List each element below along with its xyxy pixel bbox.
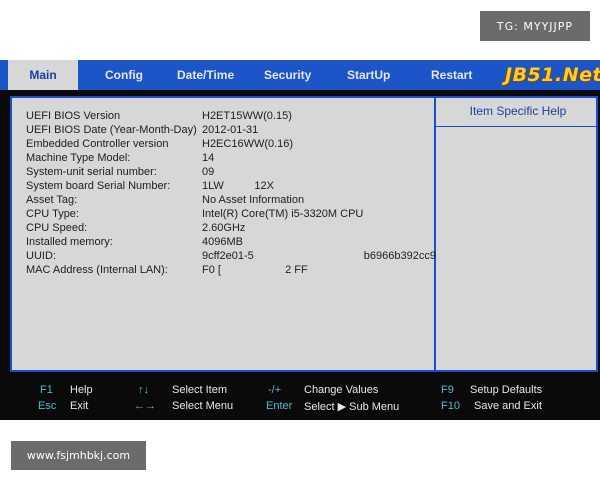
value-ec-version: H2EC16WW(0.16) (202, 138, 294, 150)
value-system-serial: 09 (202, 166, 215, 178)
value-cpu-type: Intel(R) Core(TM) i5-3320M CPU (202, 208, 364, 220)
key-enter-desc: Select ▶ Sub Menu (304, 401, 400, 413)
item-help-title: Item Specific Help (469, 104, 567, 118)
key-up-down-desc: Select Item (172, 384, 228, 396)
key-enter: Enter (266, 400, 293, 412)
main-info-panel: Item Specific Help UEFI BIOS Version H2E… (10, 96, 598, 372)
key-help-footer: F1 Help Esc Exit ↑↓ Select Item ←→ Selec… (0, 376, 600, 420)
label-machine-type: Machine Type Model: (26, 152, 131, 164)
key-f10: F10 (441, 400, 460, 412)
label-cpu-type: CPU Type: (26, 208, 79, 220)
label-bios-date: UEFI BIOS Date (Year-Month-Day) (26, 124, 197, 136)
value-cpu-speed: 2.60GHz (202, 222, 246, 234)
key-esc-desc: Exit (70, 400, 89, 412)
jb51-logo: JB51.Net (505, 64, 600, 86)
tab-bar: Main Config Date/Time Security StartUp R… (0, 60, 600, 90)
tab-date-time[interactable]: Date/Time (177, 60, 234, 90)
key-f9: F9 (441, 384, 454, 396)
tab-security[interactable]: Security (264, 60, 311, 90)
tab-main[interactable]: Main (8, 60, 78, 90)
value-bios-date: 2012-01-31 (202, 124, 259, 136)
label-installed-memory: Installed memory: (26, 236, 113, 248)
value-bios-version: H2ET15WW(0.15) (202, 110, 292, 122)
panel-divider (434, 98, 436, 370)
key-f1: F1 (40, 384, 53, 396)
key-esc: Esc (38, 400, 57, 412)
watermark-tg: TG: MYYJJPP (480, 11, 590, 41)
label-cpu-speed: CPU Speed: (26, 222, 88, 234)
key-f1-desc: Help (70, 384, 93, 396)
value-board-serial: 1LW 12X (202, 180, 274, 192)
key-left-right: ←→ (134, 400, 156, 412)
key-left-right-desc: Select Menu (172, 400, 234, 412)
label-asset-tag: Asset Tag: (26, 194, 78, 206)
watermark-url: www.fsjmhbkj.com (11, 441, 146, 470)
key-up-down: ↑↓ (138, 384, 149, 396)
label-ec-version: Embedded Controller version (26, 138, 169, 150)
label-mac-address: MAC Address (Internal LAN): (26, 264, 168, 276)
value-installed-memory: 4096MB (202, 236, 243, 248)
tab-restart[interactable]: Restart (431, 60, 472, 90)
value-machine-type: 14 (202, 152, 215, 164)
key-minus-plus-desc: Change Values (304, 384, 379, 396)
label-uuid: UUID: (26, 250, 56, 262)
bios-screen: Main Config Date/Time Security StartUp R… (0, 60, 600, 420)
value-mac-address: F0 [ 2 FF (202, 264, 308, 276)
label-board-serial: System board Serial Number: (26, 180, 171, 192)
label-system-serial: System-unit serial number: (26, 166, 157, 178)
key-f10-desc: Save and Exit (474, 400, 542, 412)
tab-config[interactable]: Config (105, 60, 143, 90)
key-f9-desc: Setup Defaults (470, 384, 543, 396)
tab-startup[interactable]: StartUp (347, 60, 390, 90)
label-bios-version: UEFI BIOS Version (26, 110, 121, 122)
key-minus-plus: -/+ (268, 384, 282, 396)
help-separator (436, 126, 598, 127)
value-uuid: 9cff2e01-5 b6966b392cc9 (202, 250, 436, 262)
value-asset-tag: No Asset Information (202, 194, 305, 206)
